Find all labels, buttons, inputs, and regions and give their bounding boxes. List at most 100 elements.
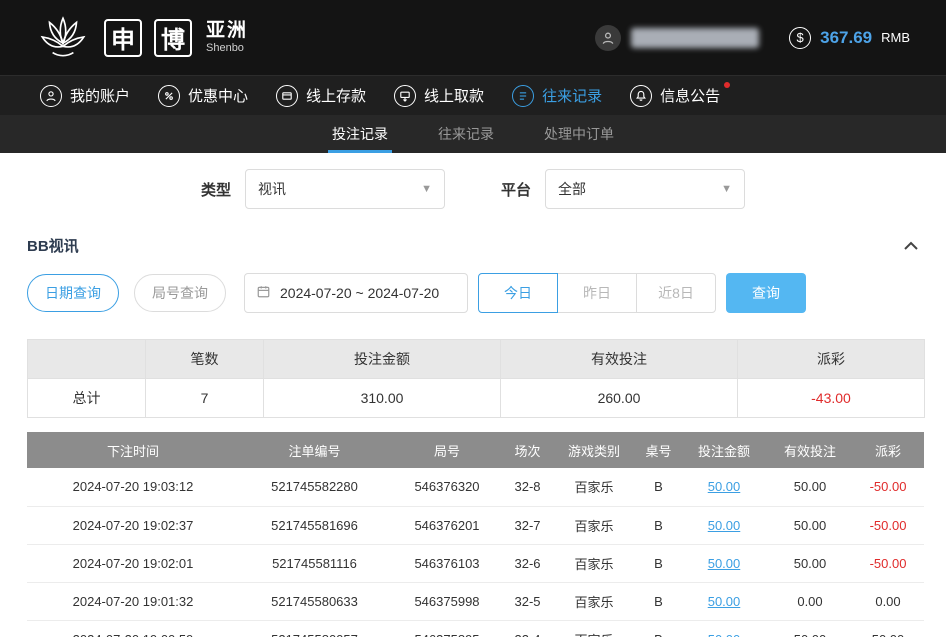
- detail-header-cell: 场次: [504, 432, 551, 468]
- nav-item-withdraw[interactable]: 线上取款: [394, 85, 484, 107]
- date-range-input[interactable]: 2024-07-20 ~ 2024-07-20: [244, 273, 468, 313]
- bet-amount-link[interactable]: 50.00: [680, 506, 768, 544]
- filter-row: 类型 视讯 ▼ 平台 全部 ▼: [0, 169, 946, 209]
- table-cell: 546375895: [390, 620, 504, 637]
- nav-item-my-account[interactable]: 我的账户: [40, 85, 130, 107]
- table-cell: 546376103: [390, 544, 504, 582]
- table-cell: -50.00: [852, 506, 924, 544]
- nav-label: 线上取款: [424, 85, 484, 106]
- brand-region: 亚洲: [206, 20, 248, 42]
- nav-item-records[interactable]: 往来记录: [512, 85, 602, 107]
- collapse-chevron-up-icon[interactable]: [903, 241, 919, 251]
- summary-total-label: 总计: [28, 379, 146, 418]
- brand-char-2: 博: [154, 19, 192, 57]
- bet-amount-link[interactable]: 50.00: [680, 582, 768, 620]
- tab-transaction-records[interactable]: 往来记录: [432, 115, 500, 153]
- table-cell: 百家乐: [551, 468, 637, 506]
- table-cell: 521745581116: [239, 544, 390, 582]
- date-range-value: 2024-07-20 ~ 2024-07-20: [280, 285, 439, 301]
- summary-valid-bet: 260.00: [501, 379, 738, 418]
- summary-header-cell: 投注金额: [264, 340, 501, 379]
- chevron-down-icon: ▼: [721, 183, 732, 195]
- nav-label: 优惠中心: [188, 85, 248, 106]
- nav-label: 线上存款: [306, 85, 366, 106]
- record-subtabs: 投注记录 往来记录 处理中订单: [0, 115, 946, 153]
- brand-char-1: 申: [104, 19, 142, 57]
- table-cell: 2024-07-20 19:00:59: [27, 620, 239, 637]
- table-cell: 0.00: [852, 582, 924, 620]
- notification-badge-dot: [724, 82, 730, 88]
- section-title: BB视讯: [27, 235, 79, 256]
- dollar-icon: $: [789, 27, 811, 49]
- search-button[interactable]: 查询: [726, 273, 806, 313]
- summary-header-cell: 派彩: [738, 340, 925, 379]
- promo-icon: [158, 85, 180, 107]
- avatar-icon: [595, 25, 621, 51]
- detail-header-cell: 派彩: [852, 432, 924, 468]
- nav-item-promotions[interactable]: 优惠中心: [158, 85, 248, 107]
- table-cell: B: [637, 582, 680, 620]
- detail-header-cell: 有效投注: [768, 432, 852, 468]
- platform-filter-label: 平台: [501, 179, 531, 200]
- main-nav: 我的账户 优惠中心 线上存款 线上取款: [0, 75, 946, 115]
- brand-subtitle: Shenbo: [206, 42, 248, 55]
- table-row: 2024-07-20 19:02:37521745581696546376201…: [27, 506, 924, 544]
- section-header: BB视讯: [0, 235, 946, 256]
- platform-select[interactable]: 全部 ▼: [545, 169, 745, 209]
- type-select-value: 视讯: [258, 179, 286, 199]
- detail-header-cell: 桌号: [637, 432, 680, 468]
- query-controls: 日期查询 局号查询 2024-07-20 ~ 2024-07-20 今日 昨日 …: [27, 273, 946, 313]
- top-header: 申 博 亚洲 Shenbo $ 367.69 RMB: [0, 0, 946, 75]
- table-cell: 2024-07-20 19:03:12: [27, 468, 239, 506]
- summary-header-row: 笔数 投注金额 有效投注 派彩: [28, 340, 925, 379]
- type-select[interactable]: 视讯 ▼: [245, 169, 445, 209]
- tab-bet-records[interactable]: 投注记录: [326, 115, 394, 153]
- calendar-icon: [256, 284, 271, 302]
- table-cell: 546376201: [390, 506, 504, 544]
- table-cell: 521745581696: [239, 506, 390, 544]
- today-button[interactable]: 今日: [478, 273, 558, 313]
- date-query-tab[interactable]: 日期查询: [27, 274, 119, 312]
- tab-processing-orders[interactable]: 处理中订单: [538, 115, 620, 153]
- yesterday-button[interactable]: 昨日: [557, 273, 637, 313]
- records-icon: [512, 85, 534, 107]
- user-name-masked: [631, 28, 759, 48]
- page: 申 博 亚洲 Shenbo $ 367.69 RMB: [0, 0, 946, 637]
- balance-currency: RMB: [881, 30, 910, 45]
- last8days-button[interactable]: 近8日: [636, 273, 716, 313]
- table-cell: 50.00: [852, 620, 924, 637]
- summary-header-cell: [28, 340, 146, 379]
- table-cell: 546376320: [390, 468, 504, 506]
- table-cell: 521745580633: [239, 582, 390, 620]
- table-cell: 521745582280: [239, 468, 390, 506]
- table-cell: 32-7: [504, 506, 551, 544]
- table-cell: B: [637, 468, 680, 506]
- table-cell: -50.00: [852, 468, 924, 506]
- summary-bet-amount: 310.00: [264, 379, 501, 418]
- table-cell: -50.00: [852, 544, 924, 582]
- table-cell: 2024-07-20 19:01:32: [27, 582, 239, 620]
- table-cell: B: [637, 544, 680, 582]
- table-row: 2024-07-20 19:03:12521745582280546376320…: [27, 468, 924, 506]
- table-cell: 2024-07-20 19:02:37: [27, 506, 239, 544]
- user-icon: [40, 85, 62, 107]
- detail-header-cell: 下注时间: [27, 432, 239, 468]
- table-cell: 32-6: [504, 544, 551, 582]
- nav-item-deposit[interactable]: 线上存款: [276, 85, 366, 107]
- table-cell: 50.00: [768, 468, 852, 506]
- table-cell: 50.00: [768, 544, 852, 582]
- nav-item-announcements[interactable]: 信息公告: [630, 85, 720, 107]
- summary-payout: -43.00: [738, 379, 925, 418]
- table-cell: B: [637, 506, 680, 544]
- table-cell: 32-5: [504, 582, 551, 620]
- summary-table: 笔数 投注金额 有效投注 派彩 总计 7 310.00 260.00 -43.0…: [27, 339, 925, 418]
- bet-amount-link[interactable]: 50.00: [680, 544, 768, 582]
- table-cell: 百家乐: [551, 544, 637, 582]
- table-cell: 2024-07-20 19:02:01: [27, 544, 239, 582]
- round-query-tab[interactable]: 局号查询: [134, 274, 226, 312]
- bet-amount-link[interactable]: 50.00: [680, 468, 768, 506]
- table-cell: 50.00: [768, 620, 852, 637]
- summary-header-cell: 有效投注: [501, 340, 738, 379]
- bet-amount-link[interactable]: 50.00: [680, 620, 768, 637]
- user-chip[interactable]: [595, 25, 759, 51]
